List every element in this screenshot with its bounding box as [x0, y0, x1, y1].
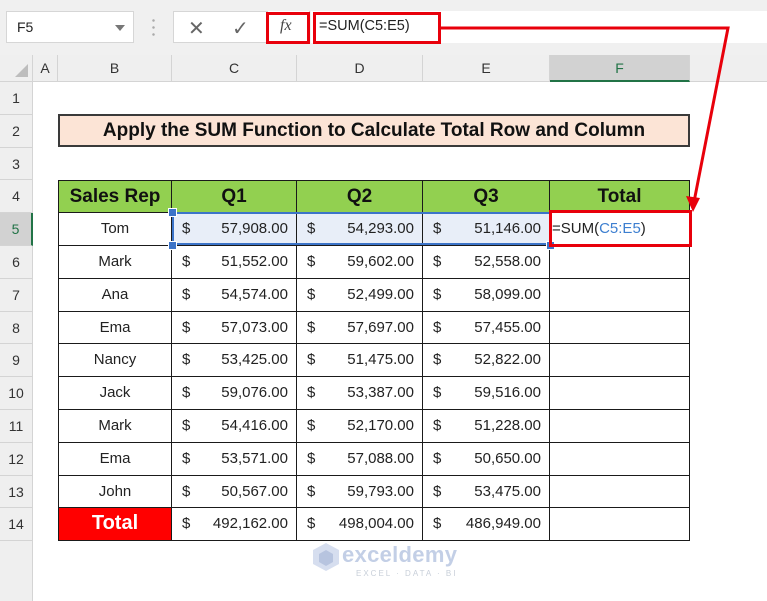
- watermark-tagline: EXCEL · DATA · BI: [356, 569, 458, 578]
- watermark-brand: exceldemy: [342, 542, 458, 567]
- arrow-head: [686, 196, 700, 212]
- exceldemy-logo-icon: [313, 543, 339, 571]
- annotation-arrow: [441, 26, 730, 212]
- arrow-line: [441, 26, 730, 208]
